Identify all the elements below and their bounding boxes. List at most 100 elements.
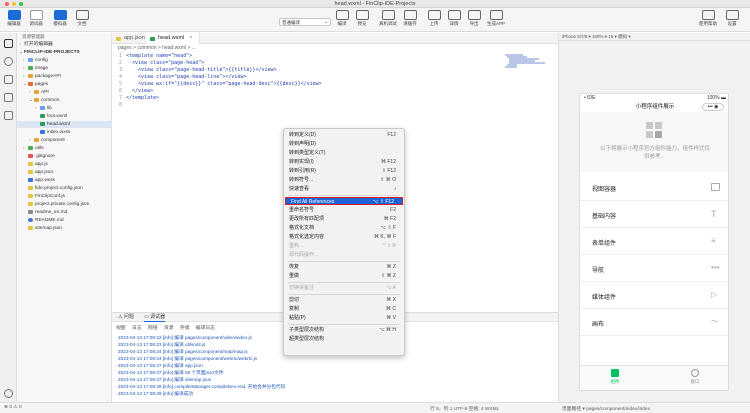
tree-item-folder[interactable]: › utils	[23, 145, 44, 152]
context-menu-item[interactable]: 格式化选定内容 ⌘ K, ⌘ F	[284, 233, 404, 241]
context-menu-item[interactable]: 快速查看 ›	[284, 185, 404, 193]
files-icon[interactable]	[4, 39, 13, 48]
menu-separator	[288, 195, 400, 196]
tree-item-file[interactable]: app.json	[28, 169, 53, 176]
tab-head-wxml[interactable]: head.wxml ×	[146, 33, 200, 44]
devtools-tab-view[interactable]: 视图	[116, 326, 126, 331]
docs-button[interactable]: 文档	[72, 8, 92, 27]
folder-icon	[28, 57, 33, 62]
tree-item-folder[interactable]: › lib	[35, 105, 52, 112]
context-menu-item[interactable]: 转到实现(I) ⌘ F12	[284, 158, 404, 166]
extensions-icon[interactable]	[4, 111, 13, 120]
menu-item-basic-content[interactable]: 基础内容 T	[580, 201, 728, 228]
tree-item-file[interactable]: readme_en.md	[28, 209, 67, 216]
phone-screen[interactable]: • IDE 100% ▬ 小程序组件展示 ••• ◉ 以下将展示小程序官方组件能…	[579, 93, 729, 391]
editor-toggle-button[interactable]: 编辑器	[4, 8, 24, 27]
tree-item-folder[interactable]: › API	[29, 89, 49, 96]
menu-item-label: 恢复	[289, 264, 300, 270]
compile-button[interactable]: 编译	[332, 8, 352, 27]
menu-item-canvas[interactable]: 画布〜	[580, 309, 728, 336]
tree-item-file[interactable]: foot.wxml	[40, 113, 67, 120]
tree-item-file[interactable]: .gitignore	[28, 153, 55, 160]
play-icon: ▷	[711, 290, 718, 299]
help-button[interactable]: 使用帮助	[698, 8, 718, 27]
settings-button[interactable]: 设置	[722, 8, 742, 27]
source-control-icon[interactable]	[4, 75, 13, 84]
tree-item-file[interactable]: sitemap.json	[28, 225, 62, 232]
minimap[interactable]	[505, 54, 545, 70]
problems-count[interactable]: ⊗ 0 ⚠ 0	[4, 405, 22, 410]
page-path[interactable]: 页面路径 ▾ pages/component/index/index	[562, 405, 650, 412]
debugger-toggle-button[interactable]: 调试器	[26, 8, 46, 27]
tree-item-file[interactable]: FinClipConf.js	[28, 193, 65, 200]
tree-item-folder[interactable]: › image	[23, 65, 48, 72]
context-menu-item[interactable]: 转到符号... ⇧ ⌘ O	[284, 176, 404, 184]
tree-item-file[interactable]: project.private.config.json	[28, 201, 89, 208]
devtools-tab-network[interactable]: 网络	[148, 326, 158, 331]
device-selector-bar[interactable]: iPhone 6/7/8 ▾ 100% ▾ 16 ▾ 模拟 ▾	[559, 33, 750, 41]
context-menu-item[interactable]: 重命名符号 F2	[284, 206, 404, 214]
clear-cache-button[interactable]: 清缓存	[400, 8, 420, 27]
project-root[interactable]: ⌄FINCLIP-IDE-PROJECTS	[19, 49, 80, 56]
context-menu-item[interactable]: 粘贴(P) ⌘ V	[284, 314, 404, 322]
tree-item-file[interactable]: app.wxss	[28, 177, 55, 184]
code-line: <view class="page-head-line"></view>	[126, 74, 247, 80]
code-line: <template name="head">	[126, 53, 193, 59]
context-menu-item[interactable]: 复制 ⌘ C	[284, 305, 404, 313]
tabbar-item-components[interactable]: 组件	[595, 369, 635, 385]
details-button[interactable]: 详情	[444, 8, 464, 27]
tree-item-file-selected[interactable]: head.wxml	[17, 121, 112, 128]
export-button[interactable]: 导出	[464, 8, 484, 27]
context-menu-item[interactable]: 恢复 ⌘ Z	[284, 263, 404, 271]
context-menu-item[interactable]: 转到类型定义(T)	[284, 149, 404, 157]
menu-capsule[interactable]: ••• ◉	[702, 103, 724, 111]
devtools-tab-compile-log[interactable]: 编译日志	[196, 326, 215, 331]
tree-item-folder[interactable]: ⌄ pages	[23, 81, 48, 88]
menu-item-view-container[interactable]: 视图容器	[580, 174, 728, 201]
tree-item-folder[interactable]: ⌄ common	[29, 97, 59, 104]
search-icon[interactable]	[4, 57, 13, 66]
context-menu-item[interactable]: 转到声明(D)	[284, 140, 404, 148]
tree-item-folder[interactable]: › component	[29, 137, 65, 144]
context-menu-item[interactable]: 转到引用(R) ⇧ F12	[284, 167, 404, 175]
devtools-tab-storage[interactable]: 存储	[180, 326, 190, 331]
folder-icon	[28, 65, 33, 70]
tree-item-file[interactable]: index.wxss	[40, 129, 70, 136]
compile-mode-select[interactable]: 普通编译 ⌄	[279, 18, 331, 26]
devtools-tab-log[interactable]: 日志	[132, 326, 142, 331]
context-menu-item[interactable]: 子类型层次结构 ⌥ ⌘ H	[284, 326, 404, 334]
close-icon[interactable]: ×	[189, 35, 192, 41]
context-menu-item[interactable]: 格式化文档 ⌥ ⇧ F	[284, 224, 404, 232]
open-editors-section[interactable]: › 打开的编辑器	[19, 41, 53, 48]
menu-item-shortcut: ⌥ ⌘ H	[378, 327, 396, 333]
context-menu-item[interactable]: 重做 ⇧ ⌘ Z	[284, 272, 404, 280]
menu-item-form[interactable]: 表单组件 ≡	[580, 228, 728, 255]
devtools-tab-resources[interactable]: 资源	[164, 326, 174, 331]
remote-debug-button[interactable]: 真机调试	[378, 8, 398, 27]
tab-debugger[interactable]: ▭ 调试器	[144, 313, 166, 322]
tab-problems[interactable]: ⚠ 问题	[118, 313, 134, 322]
context-menu-item[interactable]: 更改所有匹配项 ⌘ F2	[284, 215, 404, 223]
menu-item-label: 转到类型定义(T)	[289, 150, 326, 156]
generate-app-button[interactable]: 生成APP	[486, 8, 506, 27]
tree-item-folder[interactable]: › config	[23, 57, 48, 64]
upload-button[interactable]: 上传	[424, 8, 444, 27]
settings-gear-icon[interactable]	[4, 389, 13, 398]
tabbar-item-api[interactable]: 接口	[675, 369, 715, 385]
menu-separator	[288, 282, 400, 283]
tree-item-folder[interactable]: › packageAPI	[23, 73, 61, 80]
simulator-toggle-button[interactable]: 模拟器	[50, 8, 70, 27]
preview-button[interactable]: 预览	[352, 8, 372, 27]
run-debug-icon[interactable]	[4, 93, 13, 102]
menu-item-media[interactable]: 媒体组件 ▷	[580, 282, 728, 309]
tree-item-file[interactable]: README.md	[28, 217, 64, 224]
context-menu-item[interactable]: 超类型层次结构	[284, 335, 404, 343]
status-bar: ⊗ 0 ⚠ 0 行 8，列 1 UTF-8 空格: 4 WXML 页面路径 ▾ …	[0, 402, 750, 413]
cursor-position[interactable]: 行 8，列 1 UTF-8 空格: 4 WXML	[430, 405, 499, 412]
menu-item-navigation[interactable]: 导航 •••	[580, 255, 728, 282]
tree-item-file[interactable]: fide.project.config.json	[28, 185, 83, 192]
tree-item-file[interactable]: app.js	[28, 161, 48, 168]
context-menu-item[interactable]: 剪切 ⌘ X	[284, 296, 404, 304]
context-menu-item[interactable]: 转到定义(D) F12	[284, 131, 404, 139]
context-menu-item[interactable]: Find All References ⌥ ⇧ F12	[285, 197, 403, 205]
